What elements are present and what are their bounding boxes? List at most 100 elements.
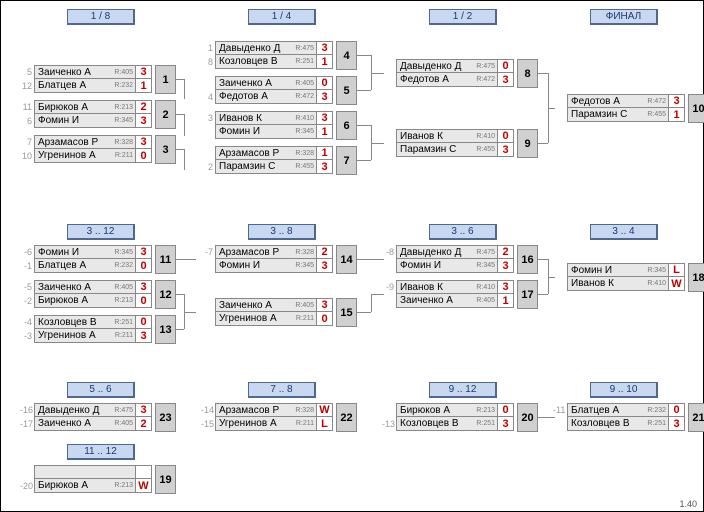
score: 0 (498, 59, 514, 73)
score: 3 (317, 41, 333, 55)
score: 1 (317, 55, 333, 69)
match-17: -9Иванов КR:410Заиченко АR:4053117 (382, 280, 538, 309)
player-row: Арзамасов РR:328 (215, 403, 317, 417)
seed (201, 259, 215, 273)
score: 3 (136, 403, 152, 417)
match-number: 7 (336, 146, 357, 175)
player-row: Парамзин СR:455 (567, 108, 669, 122)
score: 0 (317, 76, 333, 90)
round-header: 3 .. 4 (590, 224, 658, 240)
score: 3 (498, 280, 514, 294)
match-number: 1 (155, 65, 176, 94)
player-row: Заиченко АR:405 (34, 280, 136, 294)
round-header: 1 / 8 (67, 9, 135, 25)
seed (201, 298, 215, 312)
seed: -17 (20, 417, 34, 431)
player-row: Давыденко ДR:475 (396, 245, 498, 259)
score: 3 (669, 94, 685, 108)
match-4: 18Давыденко ДR:475Козловцев ВR:251314 (201, 41, 357, 70)
seed: -20 (20, 479, 34, 493)
match-13: -4-3Козловцев ВR:251Угренинов АR:2110313 (20, 315, 176, 344)
player-row: Козловцев ВR:251 (567, 417, 669, 431)
score: 3 (136, 280, 152, 294)
match-number: 14 (336, 245, 357, 274)
match-16: -8Давыденко ДR:475Фомин ИR:3452316 (382, 245, 538, 274)
score: 3 (136, 329, 152, 343)
score: 1 (669, 108, 685, 122)
score: 2 (498, 245, 514, 259)
player-row: Бирюков АR:213 (396, 403, 498, 417)
score: 3 (317, 160, 333, 174)
match-9: Иванов КR:410Парамзин СR:455039 (382, 129, 538, 158)
player-row: Фомин ИR:345 (396, 259, 498, 273)
player-row: Федотов АR:472 (567, 94, 669, 108)
seed: -2 (20, 294, 34, 308)
player-row: Козловцев ВR:251 (215, 55, 317, 69)
player-row (34, 465, 136, 479)
score: 1 (136, 79, 152, 93)
match-number: 10 (688, 94, 704, 123)
match-11: -6-1Фомин ИR:345Блатцев АR:2323011 (20, 245, 176, 274)
seed (382, 59, 396, 73)
seed: -14 (201, 403, 215, 417)
player-row: Иванов КR:410 (215, 111, 317, 125)
score: W (669, 277, 685, 291)
seed (382, 143, 396, 157)
seed: -11 (553, 403, 567, 417)
seed: -3 (20, 329, 34, 343)
seed (553, 94, 567, 108)
round-header: 3 .. 8 (248, 224, 316, 240)
player-row: Заиченко АR:405 (396, 294, 498, 308)
seed (553, 417, 567, 431)
player-row: Давыденко ДR:475 (396, 59, 498, 73)
score: L (317, 417, 333, 431)
player-row: Фомин ИR:345 (34, 245, 136, 259)
match-8: Давыденко ДR:475Федотов АR:472038 (382, 59, 538, 88)
player-row: Давыденко ДR:475 (34, 403, 136, 417)
round-header: 1 / 4 (248, 9, 316, 25)
seed: 8 (201, 55, 215, 69)
player-row: Блатцев АR:232 (34, 79, 136, 93)
seed: -9 (382, 280, 396, 294)
round-header: 1 / 2 (429, 9, 497, 25)
seed: -8 (382, 245, 396, 259)
match-number: 12 (155, 280, 176, 309)
match-number: 13 (155, 315, 176, 344)
score: 2 (136, 417, 152, 431)
score: 1 (317, 125, 333, 139)
match-number: 8 (517, 59, 538, 88)
score: 3 (498, 143, 514, 157)
player-row: Угренинов АR:211 (34, 149, 136, 163)
match-number: 20 (517, 403, 538, 432)
seed (201, 312, 215, 326)
player-row: Угренинов АR:211 (34, 329, 136, 343)
player-row: Федотов АR:472 (215, 90, 317, 104)
player-row: Козловцев ВR:251 (34, 315, 136, 329)
player-row: Иванов КR:410 (396, 280, 498, 294)
player-row: Заиченко АR:405 (34, 417, 136, 431)
match-number: 19 (155, 465, 176, 494)
seed: -5 (20, 280, 34, 294)
match-22: -14-15Арзамасов РR:328Угренинов АR:211WL… (201, 403, 357, 432)
seed (382, 403, 396, 417)
round-header: 7 .. 8 (248, 382, 316, 398)
match-number: 9 (517, 129, 538, 158)
seed: 1 (201, 41, 215, 55)
score: 1 (498, 294, 514, 308)
score: 3 (498, 417, 514, 431)
score: 0 (498, 129, 514, 143)
player-row: Фомин ИR:345 (215, 125, 317, 139)
player-row: Фомин ИR:345 (567, 263, 669, 277)
score: 1 (317, 146, 333, 160)
player-row: Иванов КR:410 (396, 129, 498, 143)
match-6: 3Иванов КR:410Фомин ИR:345316 (201, 111, 357, 140)
seed: -7 (201, 245, 215, 259)
score: 3 (317, 90, 333, 104)
player-row: Бирюков АR:213 (34, 100, 136, 114)
seed (201, 125, 215, 139)
score: 3 (498, 73, 514, 87)
seed: 2 (201, 160, 215, 174)
match-14: -7Арзамасов РR:328Фомин ИR:3452314 (201, 245, 357, 274)
player-row: Давыденко ДR:475 (215, 41, 317, 55)
round-header: 3 .. 6 (429, 224, 497, 240)
